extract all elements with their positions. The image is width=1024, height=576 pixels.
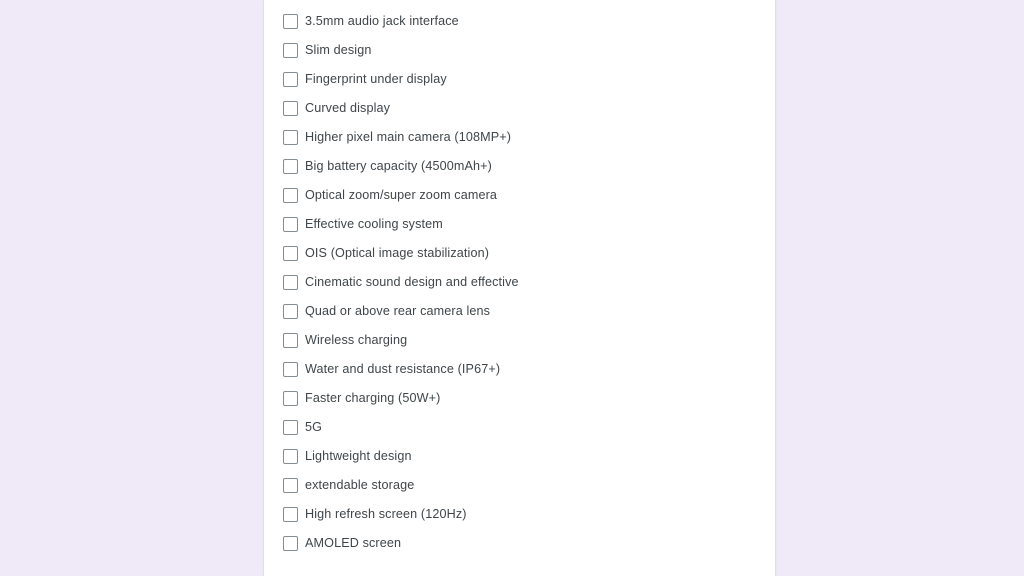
checkbox-option-label: OIS (Optical image stabilization) xyxy=(305,246,490,260)
checkbox-option-label: Curved display xyxy=(305,101,391,115)
checkbox-option-label: Higher pixel main camera (108MP+) xyxy=(305,130,512,144)
checkbox-option-row[interactable]: LPDDR5 xyxy=(264,0,775,7)
checkbox-icon[interactable] xyxy=(283,101,298,116)
checkbox-option-row[interactable]: AMOLED screen xyxy=(264,529,775,558)
checkbox-icon[interactable] xyxy=(283,246,298,261)
checkbox-option-list: LPDDR5 3.5mm audio jack interface Slim des… xyxy=(264,0,775,558)
checkbox-icon[interactable] xyxy=(283,159,298,174)
checkbox-option-label: Wireless charging xyxy=(305,333,408,347)
checkbox-option-row[interactable]: Faster charging (50W+) xyxy=(264,384,775,413)
checkbox-option-label: Faster charging (50W+) xyxy=(305,391,441,405)
checkbox-option-row[interactable]: Higher pixel main camera (108MP+) xyxy=(264,123,775,152)
checkbox-option-row[interactable]: Slim design xyxy=(264,36,775,65)
checkbox-option-label: Big battery capacity (4500mAh+) xyxy=(305,159,492,173)
checkbox-icon[interactable] xyxy=(283,420,298,435)
checkbox-icon[interactable] xyxy=(283,536,298,551)
checkbox-option-label: Slim design xyxy=(305,43,372,57)
checkbox-icon[interactable] xyxy=(283,217,298,232)
checkbox-option-row[interactable]: Lightweight design xyxy=(264,442,775,471)
checkbox-option-label: 5G xyxy=(305,420,323,434)
checkbox-option-row[interactable]: Fingerprint under display xyxy=(264,65,775,94)
checkbox-icon[interactable] xyxy=(283,449,298,464)
checkbox-option-label: High refresh screen (120Hz) xyxy=(305,507,467,521)
checkbox-icon[interactable] xyxy=(283,43,298,58)
page-root: LPDDR5 3.5mm audio jack interface Slim des… xyxy=(0,0,1024,576)
checkbox-icon[interactable] xyxy=(283,362,298,377)
checkbox-icon[interactable] xyxy=(283,275,298,290)
checkbox-option-label: Lightweight design xyxy=(305,449,412,463)
checkbox-icon[interactable] xyxy=(283,14,298,29)
checkbox-option-label: AMOLED screen xyxy=(305,536,402,550)
form-card: LPDDR5 3.5mm audio jack interface Slim des… xyxy=(264,0,775,576)
checkbox-option-label: extendable storage xyxy=(305,478,415,492)
checkbox-option-row[interactable]: Cinematic sound design and effective xyxy=(264,268,775,297)
checkbox-icon[interactable] xyxy=(283,391,298,406)
checkbox-option-row[interactable]: 5G xyxy=(264,413,775,442)
checkbox-option-row[interactable]: OIS (Optical image stabilization) xyxy=(264,239,775,268)
checkbox-option-row[interactable]: Optical zoom/super zoom camera xyxy=(264,181,775,210)
checkbox-option-row[interactable]: extendable storage xyxy=(264,471,775,500)
checkbox-icon[interactable] xyxy=(283,333,298,348)
checkbox-option-label: Optical zoom/super zoom camera xyxy=(305,188,498,202)
checkbox-option-row[interactable]: High refresh screen (120Hz) xyxy=(264,500,775,529)
checkbox-icon[interactable] xyxy=(283,72,298,87)
checkbox-option-row[interactable]: Water and dust resistance (IP67+) xyxy=(264,355,775,384)
checkbox-option-row[interactable]: Wireless charging xyxy=(264,326,775,355)
checkbox-icon[interactable] xyxy=(283,130,298,145)
checkbox-option-label: Water and dust resistance (IP67+) xyxy=(305,362,501,376)
checkbox-option-row[interactable]: Quad or above rear camera lens xyxy=(264,297,775,326)
checkbox-option-label: 3.5mm audio jack interface xyxy=(305,14,459,28)
checkbox-option-label: Cinematic sound design and effective xyxy=(305,275,519,289)
checkbox-option-row[interactable]: Big battery capacity (4500mAh+) xyxy=(264,152,775,181)
checkbox-option-row[interactable]: Effective cooling system xyxy=(264,210,775,239)
checkbox-option-row[interactable]: 3.5mm audio jack interface xyxy=(264,7,775,36)
checkbox-option-row[interactable]: Curved display xyxy=(264,94,775,123)
checkbox-option-label: Fingerprint under display xyxy=(305,72,447,86)
checkbox-icon[interactable] xyxy=(283,507,298,522)
checkbox-option-label: Effective cooling system xyxy=(305,217,443,231)
checkbox-icon[interactable] xyxy=(283,188,298,203)
checkbox-icon[interactable] xyxy=(283,304,298,319)
checkbox-option-label: Quad or above rear camera lens xyxy=(305,304,491,318)
checkbox-icon[interactable] xyxy=(283,478,298,493)
